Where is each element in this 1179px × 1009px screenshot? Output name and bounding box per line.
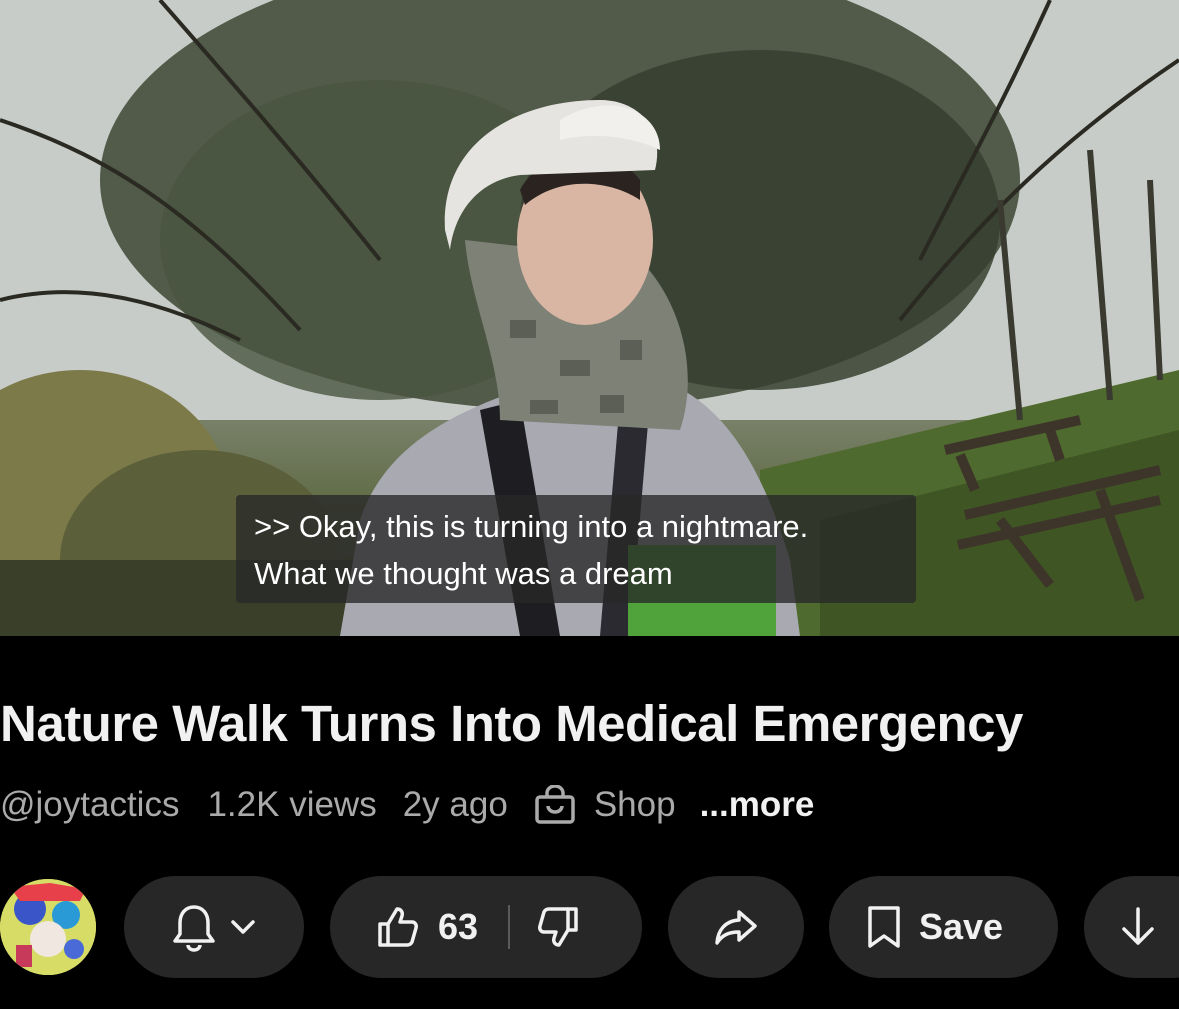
- save-button[interactable]: Save: [829, 876, 1058, 978]
- chevron-down-icon: [231, 920, 255, 934]
- caption-line-2: What we thought was a dream: [254, 556, 673, 591]
- like-count: 63: [438, 906, 479, 947]
- video-title[interactable]: Nature Walk Turns Into Medical Emergency: [0, 692, 1179, 756]
- download-button[interactable]: [1084, 876, 1179, 978]
- save-label: Save: [919, 906, 1004, 947]
- shop-label: Shop: [593, 785, 676, 824]
- shop-link[interactable]: Shop: [534, 785, 676, 825]
- caption-line-1: >> Okay, this is turning into a nightmar…: [254, 509, 809, 544]
- video-meta-row: @joytactics 1.2K views 2y ago Shop ...mo…: [0, 781, 814, 829]
- channel-handle[interactable]: @joytactics: [0, 785, 179, 825]
- view-count: 1.2K views: [207, 785, 377, 824]
- like-dislike-group: 63: [330, 876, 642, 978]
- more-link[interactable]: ...more: [700, 785, 815, 825]
- bookmark-icon: [868, 906, 900, 948]
- download-icon: [1122, 907, 1154, 945]
- video-player[interactable]: >> Okay, this is turning into a nightmar…: [0, 0, 1179, 636]
- like-divider: [508, 905, 511, 949]
- caption-box: >> Okay, this is turning into a nightmar…: [236, 495, 916, 603]
- share-icon: [715, 910, 757, 945]
- upload-age: 2y ago: [402, 785, 508, 824]
- bell-icon: [173, 905, 215, 952]
- share-button[interactable]: [668, 876, 804, 978]
- thumbs-down-icon[interactable]: [536, 904, 582, 950]
- thumbs-up-icon[interactable]: [374, 904, 420, 950]
- subscribe-notifications-button[interactable]: [124, 876, 304, 978]
- avatar-image: [0, 879, 96, 975]
- channel-avatar[interactable]: [0, 879, 96, 975]
- shopping-bag-icon: [535, 785, 575, 824]
